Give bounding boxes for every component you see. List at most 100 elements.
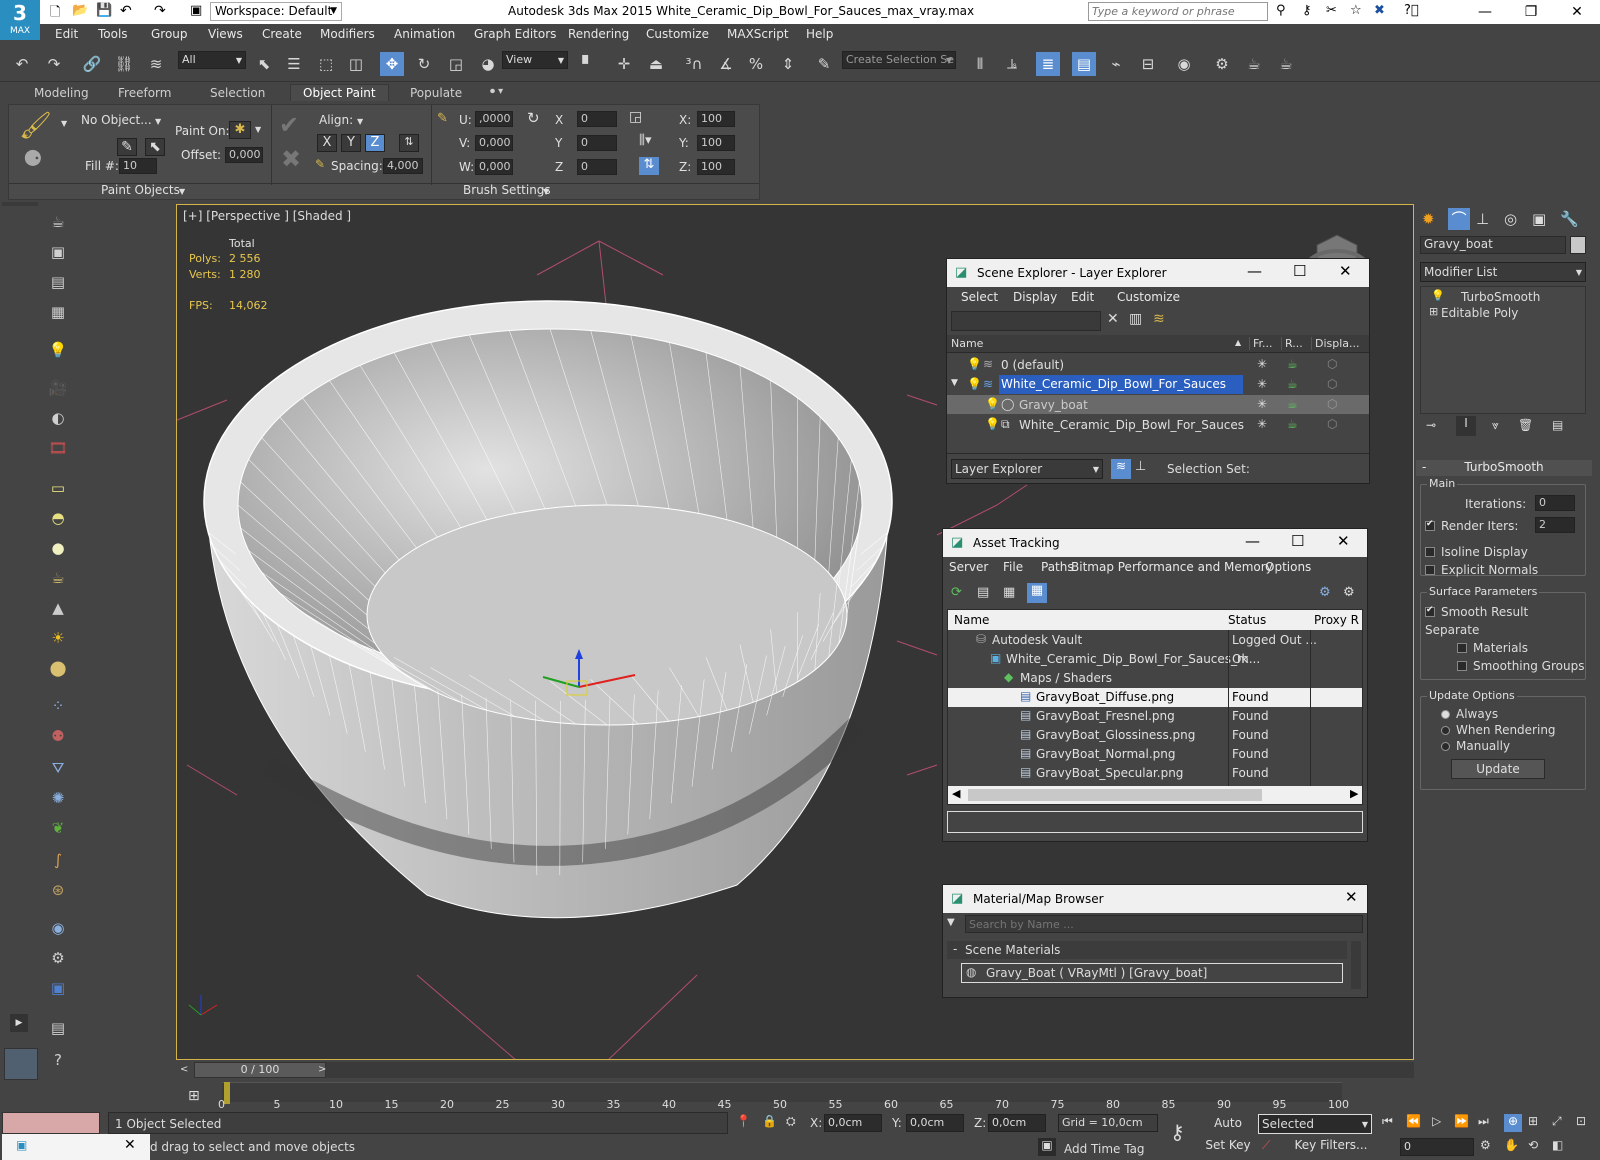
viewport-label[interactable]: [+] [Perspective ] [Shaded ] [183,209,351,223]
collapse-icon[interactable]: - [953,942,957,956]
x-icon[interactable]: ✖ [1374,3,1385,18]
scene-explorer-minimize[interactable]: — [1247,262,1262,280]
scale-transform-icon[interactable]: ◲ [629,109,642,125]
grass-icon[interactable]: ❦ [46,816,70,840]
scene-menu-select[interactable]: Select [961,290,998,304]
fill-spinner[interactable]: 10 [119,158,157,174]
rotate-transform-icon[interactable]: ↻ [527,109,540,127]
freeze-icon[interactable]: ✳ [1257,417,1267,431]
render-teapot-icon[interactable]: ☕ [1287,417,1298,431]
maximize-viewport-icon[interactable]: ⤢ [1552,1114,1562,1129]
go-end-icon[interactable]: ⏭ [1478,1114,1489,1129]
flip-axis-icon[interactable]: ⇅ [399,134,419,152]
app-logo[interactable]: 3 MAX [0,0,40,40]
motion-tab-icon[interactable]: ◎ [1504,210,1517,228]
smoothing-groups-check[interactable] [1457,660,1467,671]
vault-settings-icon[interactable]: ⚙ [1343,585,1355,600]
select-object-icon[interactable]: ⬉ [252,52,276,76]
expand-toolbar-icon[interactable]: ▶ [10,1014,28,1032]
time-slider[interactable]: 0 / 100 [194,1062,326,1078]
move-icon[interactable]: ✥ [380,52,404,76]
spacing-icon[interactable]: ✎ [315,157,325,171]
menu-customize[interactable]: Customize [646,27,709,41]
layer-explorer-icon[interactable]: ≣ [1036,52,1060,76]
paint-on-arrow-icon[interactable]: ▼ [255,125,261,134]
time-next-icon[interactable]: > [318,1064,326,1075]
asset-menu-file[interactable]: File [1003,560,1023,574]
menu-views[interactable]: Views [208,27,243,41]
sky-icon[interactable]: ⛛ [46,756,70,780]
paint-on-icon[interactable]: ✱ [229,121,251,139]
paint-brush-icon[interactable]: 🖌 [19,111,52,141]
light-icon[interactable]: 💡 [46,338,70,362]
half-sphere-icon[interactable]: ◐ [46,406,70,430]
thumbnail-icon[interactable]: ▦ [1003,585,1015,600]
menu-help[interactable]: Help [806,27,833,41]
find-icon[interactable]: ▥ [1129,311,1142,327]
undo-icon[interactable]: ↶ [120,3,132,19]
bind-space-warp-icon[interactable]: ≋ [144,52,168,76]
table-view-icon[interactable]: ▦ [1027,583,1047,603]
help-icon[interactable]: ?⃝ [1404,3,1419,18]
modify-tab-icon[interactable]: ⌒ [1448,208,1470,230]
render-production-icon[interactable]: ☕ [1274,52,1298,76]
help-icon[interactable]: ? [46,1048,70,1072]
pick-list-icon[interactable]: ⬉ [145,138,165,156]
pan-icon[interactable]: ✋ [1504,1138,1519,1152]
asset-menu-server[interactable]: Server [949,560,988,574]
object-name-field[interactable]: Gravy_boat [1420,236,1566,254]
asset-row[interactable]: ◆ Maps / Shaders [948,669,1362,688]
commit-check-icon[interactable]: ✔ [279,111,299,139]
scene-menu-customize[interactable]: Customize [1117,290,1180,304]
display-box-icon[interactable]: ⬡ [1327,417,1337,431]
materials-check[interactable] [1457,642,1467,653]
pivot-center-icon[interactable]: ▘ [576,52,600,76]
percent-snap-icon[interactable]: % [744,52,768,76]
layers-icon[interactable]: ▤ [46,270,70,294]
film-icon[interactable]: 🎞 [46,436,70,460]
minimize-button[interactable]: — [1462,0,1508,24]
asset-row[interactable]: ▤ GravyBoat_Fresnel.png Found [948,707,1362,726]
col-freeze[interactable]: Fr... [1249,337,1273,350]
auto-key-button[interactable]: Auto Key [1204,1114,1252,1148]
tab-object-paint[interactable]: Object Paint [290,84,389,101]
render-teapot-icon[interactable]: ☕ [1287,397,1298,411]
axis-z-button[interactable]: Z [365,134,385,152]
render-iters-spinner[interactable]: 2 [1535,517,1575,533]
create-tab-icon[interactable]: ✹ [1422,210,1435,228]
isoline-check[interactable] [1425,546,1435,557]
when-rendering-radio[interactable]: When Rendering [1441,723,1556,737]
mirror-icon[interactable]: ⫴ [968,52,992,76]
asset-menu-options[interactable]: Options [1265,560,1311,574]
y-coord-field[interactable]: 0,0cm [906,1114,964,1132]
scene-explorer-icon[interactable]: ▤ [1072,52,1096,76]
spinner-snap-icon[interactable]: ⇕ [776,52,800,76]
clear-search-icon[interactable]: ✕ [1107,311,1119,327]
link-icon[interactable]: 🔗 [80,52,104,76]
box-icon[interactable]: ▭ [46,476,70,500]
w-spinner[interactable]: 0,000 [475,159,513,175]
asset-tracking-close[interactable]: ✕ [1337,532,1350,550]
scale-lock-icon[interactable]: ⫼▾ [639,133,652,148]
freeze-icon[interactable]: ✳ [1257,377,1267,391]
menu-group[interactable]: Group [151,27,188,41]
stack-item-turbosmooth[interactable]: 💡 TurboSmooth [1421,289,1585,305]
spacing-spinner[interactable]: 4,000 [383,158,423,174]
plane-icon[interactable]: ⬤ [46,656,70,680]
configure-sets-icon[interactable]: ▤ [1552,418,1563,432]
modifier-list-dropdown[interactable]: Modifier List ▼ [1420,262,1586,282]
pick-object-icon[interactable]: ✎ [117,138,137,156]
materials-checkbox[interactable]: Materials [1457,641,1528,655]
expand-plus-icon[interactable]: ⊞ [1429,305,1438,318]
menu-rendering[interactable]: Rendering [568,27,629,41]
remove-modifier-icon[interactable]: 🗑 [1518,418,1533,432]
expand-arrow-icon[interactable]: ▼ [951,378,958,388]
walk-through-icon[interactable]: ◧ [1552,1138,1563,1152]
paint-dropdown-icon[interactable]: ▼ [61,119,67,128]
next-frame-icon[interactable]: ⏩ [1454,1114,1469,1128]
rectangular-selection-icon[interactable]: ⬚ [314,52,338,76]
layer-row-bowl[interactable]: ▼ 💡 ≋ White_Ceramic_Dip_Bowl_For_Sauces … [947,375,1369,394]
maximize-button[interactable]: ❐ [1508,0,1554,24]
dynamics-icon[interactable]: ⚉ [46,724,70,748]
set-key-icon[interactable]: ⚷ [1170,1120,1185,1144]
